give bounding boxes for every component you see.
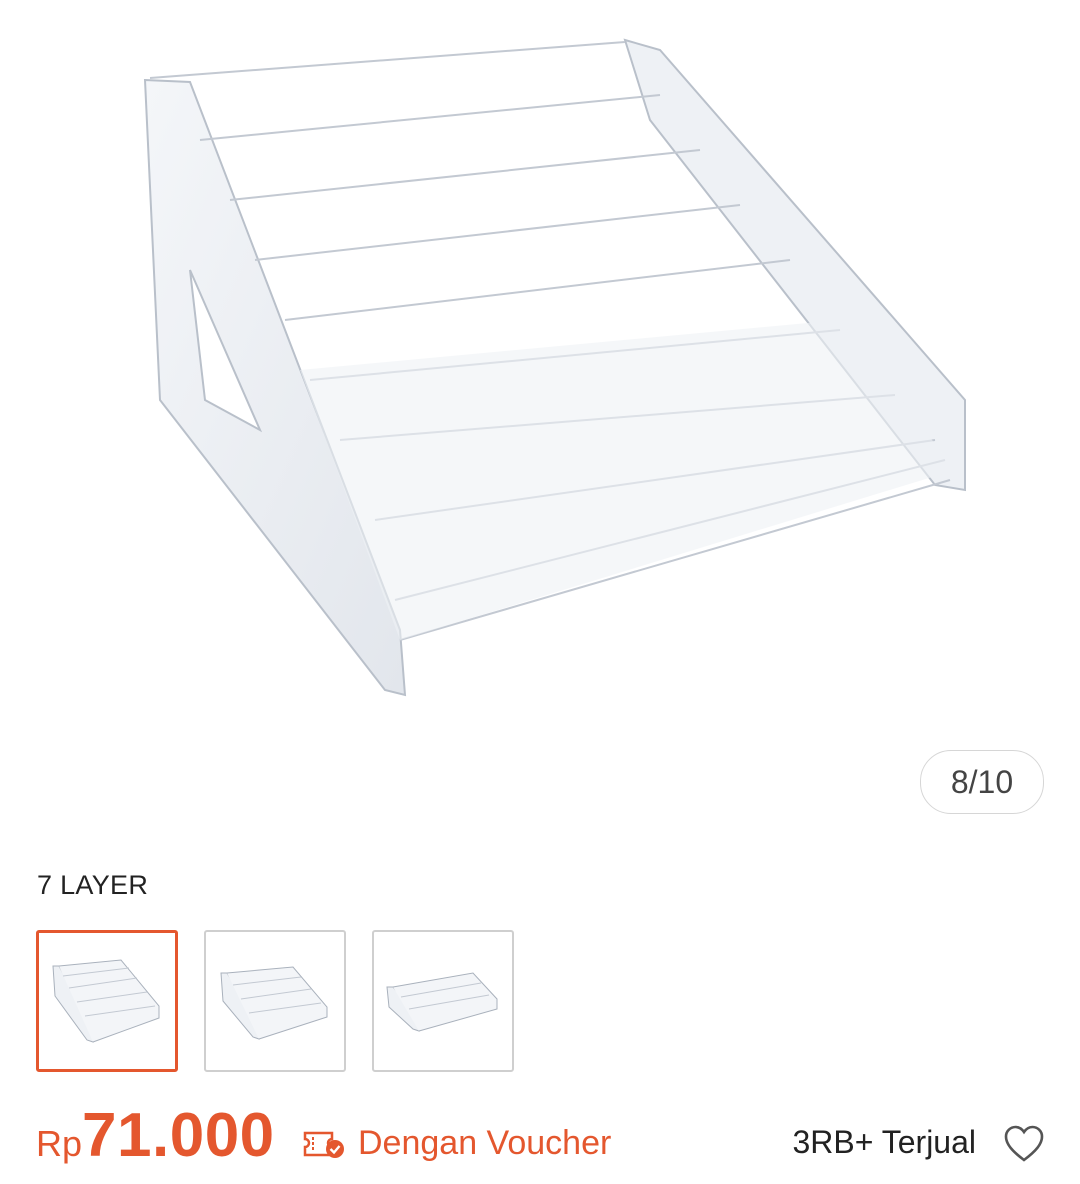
price-amount: 71.000	[82, 1101, 275, 1170]
variant-thumbnail-4-layer[interactable]	[372, 930, 514, 1072]
variant-thumbnail-6-layer[interactable]	[204, 930, 346, 1072]
thumbnail-image	[220, 966, 328, 1040]
product-price: Rp 71.000	[36, 1100, 275, 1171]
price-currency: Rp	[36, 1123, 83, 1164]
voucher-label: Dengan Voucher	[358, 1124, 612, 1162]
variant-thumbnail-list	[36, 930, 514, 1072]
price-row: Rp 71.000 Dengan Voucher 3RB+ Terjual	[36, 1100, 1046, 1180]
thumbnail-image	[52, 959, 160, 1043]
heart-outline-icon[interactable]	[1002, 1122, 1046, 1166]
sold-count: 3RB+ Terjual	[792, 1124, 976, 1160]
voucher-ticket-icon	[303, 1131, 344, 1158]
product-image-gallery[interactable]: 8/10	[0, 0, 1080, 830]
thumbnail-image	[386, 972, 498, 1032]
variant-thumbnail-7-layer[interactable]	[36, 930, 178, 1072]
product-image	[143, 38, 966, 697]
variant-label: 7 LAYER	[37, 870, 149, 900]
image-counter-badge: 8/10	[920, 750, 1044, 814]
voucher-info[interactable]: Dengan Voucher	[302, 1124, 611, 1163]
